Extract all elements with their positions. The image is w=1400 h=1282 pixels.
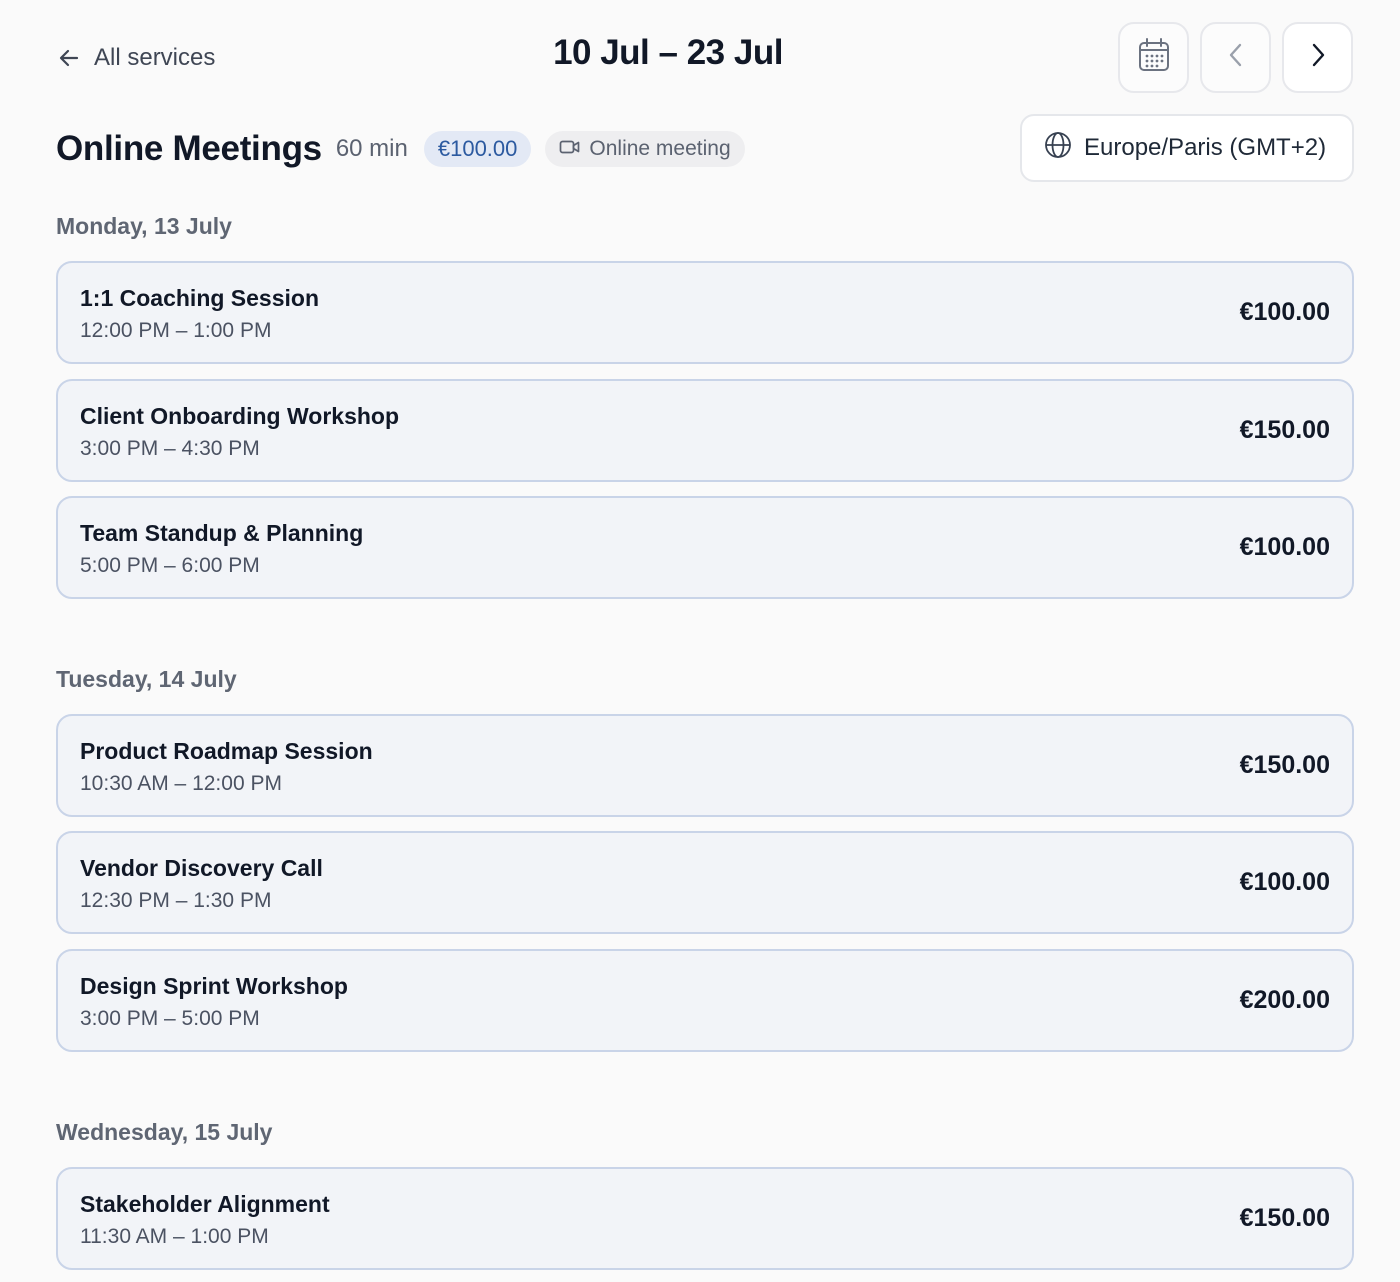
time-slot[interactable]: Vendor Discovery Call 12:30 PM – 1:30 PM… — [56, 831, 1354, 934]
service-price-badge: €100.00 — [423, 131, 532, 167]
slot-time: 12:00 PM – 1:00 PM — [80, 319, 272, 342]
slot-price: €100.00 — [1239, 298, 1330, 326]
slot-title: 1:1 Coaching Session — [80, 285, 320, 311]
slot-time: 5:00 PM – 6:00 PM — [80, 554, 260, 577]
service-name: Online Meetings — [56, 129, 322, 168]
chevron-left-icon — [1226, 42, 1246, 73]
day-heading: Tuesday, 14 July — [56, 666, 237, 692]
slot-title: Client Onboarding Workshop — [80, 403, 400, 429]
time-slot[interactable]: Team Standup & Planning 5:00 PM – 6:00 P… — [56, 496, 1354, 599]
video-camera-icon — [559, 137, 581, 161]
top-bar: All services 10 Jul – 23 Jul — [0, 0, 1400, 115]
slot-price: €150.00 — [1239, 416, 1330, 444]
slot-price: €150.00 — [1239, 1204, 1330, 1232]
slot-time: 3:00 PM – 4:30 PM — [80, 437, 260, 460]
all-services-label: All services — [94, 44, 216, 71]
slot-title: Design Sprint Workshop — [80, 973, 348, 999]
time-slot[interactable]: Client Onboarding Workshop 3:00 PM – 4:3… — [56, 379, 1354, 482]
slot-title: Vendor Discovery Call — [80, 855, 323, 881]
slot-title: Team Standup & Planning — [80, 520, 364, 546]
slot-price: €100.00 — [1239, 533, 1330, 561]
meeting-type-label: Online meeting — [589, 137, 731, 160]
previous-range-button[interactable] — [1200, 22, 1271, 93]
service-duration: 60 min — [335, 135, 408, 162]
time-slot[interactable]: Product Roadmap Session 10:30 AM – 12:00… — [56, 714, 1354, 817]
next-range-button[interactable] — [1282, 22, 1353, 93]
calendar-button[interactable] — [1118, 22, 1189, 93]
timezone-label: Europe/Paris (GMT+2) — [1084, 134, 1327, 161]
all-services-link[interactable]: All services — [56, 38, 215, 78]
slot-price: €150.00 — [1239, 751, 1330, 779]
date-range-title: 10 Jul – 23 Jul — [553, 33, 783, 72]
calendar-icon — [1138, 38, 1170, 77]
globe-icon — [1044, 131, 1072, 166]
service-header: Online Meetings 60 min €100.00 Online me… — [56, 118, 745, 180]
slot-title: Product Roadmap Session — [80, 738, 373, 764]
time-slot[interactable]: 1:1 Coaching Session 12:00 PM – 1:00 PM … — [56, 261, 1354, 364]
slot-title: Stakeholder Alignment — [80, 1191, 330, 1217]
time-slot[interactable]: Stakeholder Alignment 11:30 AM – 1:00 PM… — [56, 1167, 1354, 1270]
time-slot[interactable]: Design Sprint Workshop 3:00 PM – 5:00 PM… — [56, 949, 1354, 1052]
chevron-right-icon — [1308, 42, 1328, 73]
timezone-selector[interactable]: Europe/Paris (GMT+2) — [1020, 114, 1354, 182]
day-heading: Wednesday, 15 July — [56, 1119, 273, 1145]
day-heading: Monday, 13 July — [56, 213, 232, 239]
slot-time: 10:30 AM – 12:00 PM — [80, 772, 282, 795]
slot-price: €200.00 — [1239, 986, 1330, 1014]
slot-time: 12:30 PM – 1:30 PM — [80, 889, 272, 912]
slot-time: 11:30 AM – 1:00 PM — [80, 1225, 269, 1248]
slot-price: €100.00 — [1239, 868, 1330, 896]
arrow-left-icon — [56, 45, 82, 71]
slot-time: 3:00 PM – 5:00 PM — [80, 1007, 260, 1030]
meeting-type-badge: Online meeting — [545, 131, 745, 167]
